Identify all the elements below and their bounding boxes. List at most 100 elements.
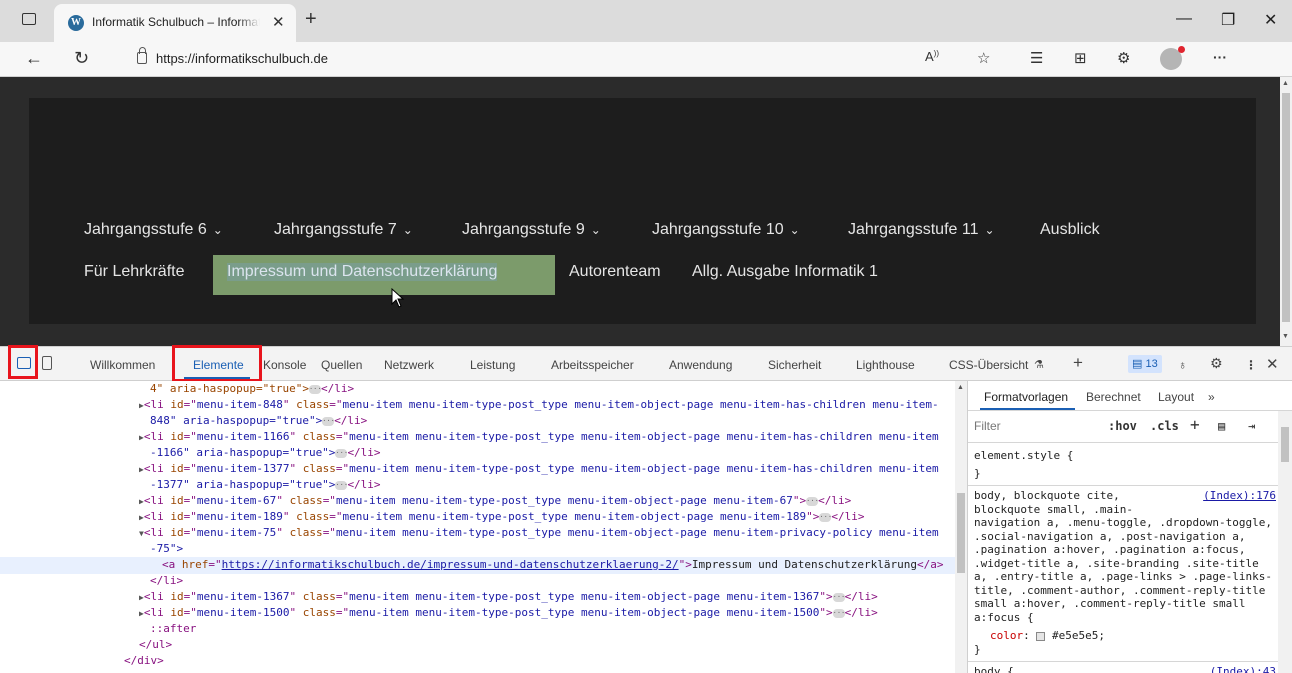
more-panes-icon[interactable]: » bbox=[1208, 390, 1215, 404]
profile-notification-dot bbox=[1178, 46, 1185, 53]
elements-scrollbar-thumb[interactable] bbox=[957, 493, 965, 573]
menu-item-jahrgang-11[interactable]: Jahrgangsstufe 11 ⌄ bbox=[848, 221, 995, 239]
connections-icon[interactable]: ♁ bbox=[1178, 358, 1187, 372]
rule-source-link[interactable]: (Index):43 bbox=[1210, 665, 1276, 673]
new-tab-button[interactable]: + bbox=[305, 8, 317, 31]
menu-item-jahrgang-9[interactable]: Jahrgangsstufe 9 ⌄ bbox=[462, 221, 601, 239]
code-line-selected[interactable]: <a href="https://informatikschulbuch.de/… bbox=[162, 557, 944, 573]
rule-selector[interactable]: body, blockquote cite, blockquote small,… bbox=[974, 489, 1272, 624]
scroll-up-icon[interactable]: ▲ bbox=[1282, 80, 1289, 87]
chevron-down-icon: ⌄ bbox=[789, 223, 800, 237]
styles-pane: Formatvorlagen Berechnet Layout » Filter… bbox=[967, 381, 1292, 673]
more-tabs-plus-icon[interactable]: + bbox=[1073, 353, 1083, 373]
tab-leistung[interactable]: Leistung bbox=[470, 358, 515, 372]
tab-sicherheit[interactable]: Sicherheit bbox=[768, 358, 821, 372]
menu-item-jahrgang-7[interactable]: Jahrgangsstufe 7 ⌄ bbox=[274, 221, 413, 239]
back-icon[interactable]: ← bbox=[25, 48, 43, 69]
device-emulation-icon[interactable] bbox=[42, 356, 52, 370]
code-line[interactable]: ▶<li id="menu-item-848" class="menu-item… bbox=[139, 397, 939, 414]
inspect-highlight-box bbox=[8, 345, 38, 379]
tab-berechnet[interactable]: Berechnet bbox=[1086, 390, 1141, 404]
tab-quellen[interactable]: Quellen bbox=[321, 358, 362, 372]
elements-tab-highlight-box bbox=[172, 345, 262, 382]
settings-gear-icon[interactable]: ⚙ bbox=[1210, 355, 1223, 372]
element-style-rule[interactable]: element.style { bbox=[974, 449, 1073, 463]
tab-css-uebersicht[interactable]: CSS-Übersicht bbox=[949, 358, 1028, 372]
hov-toggle[interactable]: :hov bbox=[1108, 419, 1137, 433]
styles-scrollbar[interactable] bbox=[1278, 411, 1292, 673]
code-line[interactable]: ▶<li id="menu-item-1500" class="menu-ite… bbox=[139, 605, 878, 622]
code-line[interactable]: -75"> bbox=[150, 541, 183, 557]
browser-tab[interactable]: W Informatik Schulbuch – Informatik ✕ bbox=[54, 4, 296, 42]
more-options-icon[interactable]: ··· bbox=[1213, 49, 1227, 65]
tab-willkommen[interactable]: Willkommen bbox=[90, 358, 155, 372]
menu-item-lehrkraefte[interactable]: Für Lehrkräfte bbox=[84, 263, 184, 281]
url-field[interactable]: https://informatikschulbuch.de bbox=[156, 51, 328, 66]
issues-badge[interactable]: ▤ 13 bbox=[1128, 355, 1162, 373]
code-line[interactable]: ▶<li id="menu-item-1166" class="menu-ite… bbox=[139, 429, 939, 446]
styles-scrollbar-thumb[interactable] bbox=[1281, 427, 1289, 462]
close-window-button[interactable]: ✕ bbox=[1264, 10, 1277, 30]
lock-icon[interactable] bbox=[137, 47, 147, 64]
styles-filter-row: Filter :hov .cls + ▤ ⇥ bbox=[968, 411, 1292, 443]
tab-konsole[interactable]: Konsole bbox=[263, 358, 306, 372]
menu-item-jahrgang-10[interactable]: Jahrgangsstufe 10 ⌄ bbox=[652, 221, 800, 239]
menu-item-impressum[interactable]: Impressum und Datenschutzerklärung bbox=[227, 263, 498, 281]
tab-lighthouse[interactable]: Lighthouse bbox=[856, 358, 915, 372]
minimize-button[interactable]: — bbox=[1176, 10, 1192, 28]
code-line[interactable]: 848" aria-haspopup="true">···</li> bbox=[150, 413, 367, 429]
menu-item-jahrgang-6[interactable]: Jahrgangsstufe 6 ⌄ bbox=[84, 221, 223, 239]
devtools-close-icon[interactable]: ✕ bbox=[1266, 355, 1279, 373]
code-line[interactable]: ▶<li id="menu-item-189" class="menu-item… bbox=[139, 509, 865, 526]
code-line[interactable]: ▶<li id="menu-item-1367" class="menu-ite… bbox=[139, 589, 878, 606]
code-line[interactable]: ▶<li id="menu-item-1377" class="menu-ite… bbox=[139, 461, 939, 478]
code-line[interactable]: </div> bbox=[124, 653, 164, 669]
scroll-up-icon[interactable]: ▲ bbox=[957, 384, 964, 391]
devtools-more-icon[interactable]: ⋮ bbox=[1245, 358, 1257, 372]
color-declaration[interactable]: color: #e5e5e5; bbox=[990, 629, 1105, 643]
extensions-icon[interactable]: ⚙ bbox=[1117, 49, 1130, 67]
read-aloud-icon[interactable]: A)) bbox=[925, 49, 939, 64]
code-line[interactable]: -1166" aria-haspopup="true">···</li> bbox=[150, 445, 381, 461]
tab-actions-icon[interactable] bbox=[22, 13, 36, 25]
tab-formatvorlagen[interactable]: Formatvorlagen bbox=[984, 390, 1068, 404]
tab-arbeitsspeicher[interactable]: Arbeitsspeicher bbox=[551, 358, 634, 372]
elements-scrollbar[interactable]: ▲ bbox=[955, 381, 967, 673]
page-scrollbar[interactable]: ▲ ▼ bbox=[1280, 77, 1292, 346]
restore-button[interactable]: ❐ bbox=[1221, 10, 1235, 30]
menu-item-autorenteam[interactable]: Autorenteam bbox=[569, 263, 661, 281]
address-bar: ← ↻ https://informatikschulbuch.de A)) ☆… bbox=[0, 42, 1292, 77]
scroll-down-icon[interactable]: ▼ bbox=[1282, 333, 1289, 340]
favorite-star-icon[interactable]: ☆ bbox=[977, 49, 990, 67]
rule-separator bbox=[968, 485, 1292, 486]
page-scrollbar-thumb[interactable] bbox=[1282, 93, 1290, 322]
tab-anwendung[interactable]: Anwendung bbox=[669, 358, 732, 372]
code-line[interactable]: ▼<li id="menu-item-75" class="menu-item … bbox=[139, 525, 939, 542]
color-swatch[interactable] bbox=[1036, 631, 1046, 641]
menu-item-allg-ausgabe[interactable]: Allg. Ausgabe Informatik 1 bbox=[692, 263, 878, 281]
refresh-icon[interactable]: ↻ bbox=[74, 48, 89, 69]
code-line[interactable]: -1377" aria-haspopup="true">···</li> bbox=[150, 477, 381, 493]
code-line[interactable]: </ul> bbox=[139, 637, 172, 653]
styles-filter-input[interactable]: Filter bbox=[974, 419, 1001, 433]
code-line[interactable]: </li> bbox=[150, 573, 183, 589]
elements-panel: 4" aria-haspopup="true">···</li> ▶<li id… bbox=[0, 381, 955, 673]
chevron-down-icon: ⌄ bbox=[212, 223, 223, 237]
code-line[interactable]: 4" aria-haspopup="true">···</li> bbox=[150, 381, 354, 397]
tab-layout[interactable]: Layout bbox=[1158, 390, 1194, 404]
new-rule-plus-icon[interactable]: + bbox=[1190, 415, 1200, 434]
tab-netzwerk[interactable]: Netzwerk bbox=[384, 358, 434, 372]
browser-tab-bar: W Informatik Schulbuch – Informatik ✕ + … bbox=[0, 0, 1292, 42]
favorites-list-icon[interactable]: ☰ bbox=[1030, 49, 1043, 67]
collections-icon[interactable]: ⊞ bbox=[1074, 49, 1087, 67]
wordpress-favicon-icon: W bbox=[68, 15, 84, 31]
tab-close-icon[interactable]: ✕ bbox=[272, 13, 285, 31]
code-line[interactable]: ▶<li id="menu-item-67" class="menu-item … bbox=[139, 493, 851, 510]
cls-toggle[interactable]: .cls bbox=[1150, 419, 1179, 433]
toggle-sidebar-icon[interactable]: ⇥ bbox=[1248, 419, 1255, 433]
menu-item-ausblick[interactable]: Ausblick bbox=[1040, 221, 1100, 239]
rule-source-link[interactable]: (Index):176 bbox=[1203, 489, 1276, 502]
element-state-icon[interactable]: ▤ bbox=[1218, 419, 1225, 433]
body-rule-selector[interactable]: body { bbox=[974, 665, 1014, 673]
code-line[interactable]: ::after bbox=[150, 621, 196, 637]
